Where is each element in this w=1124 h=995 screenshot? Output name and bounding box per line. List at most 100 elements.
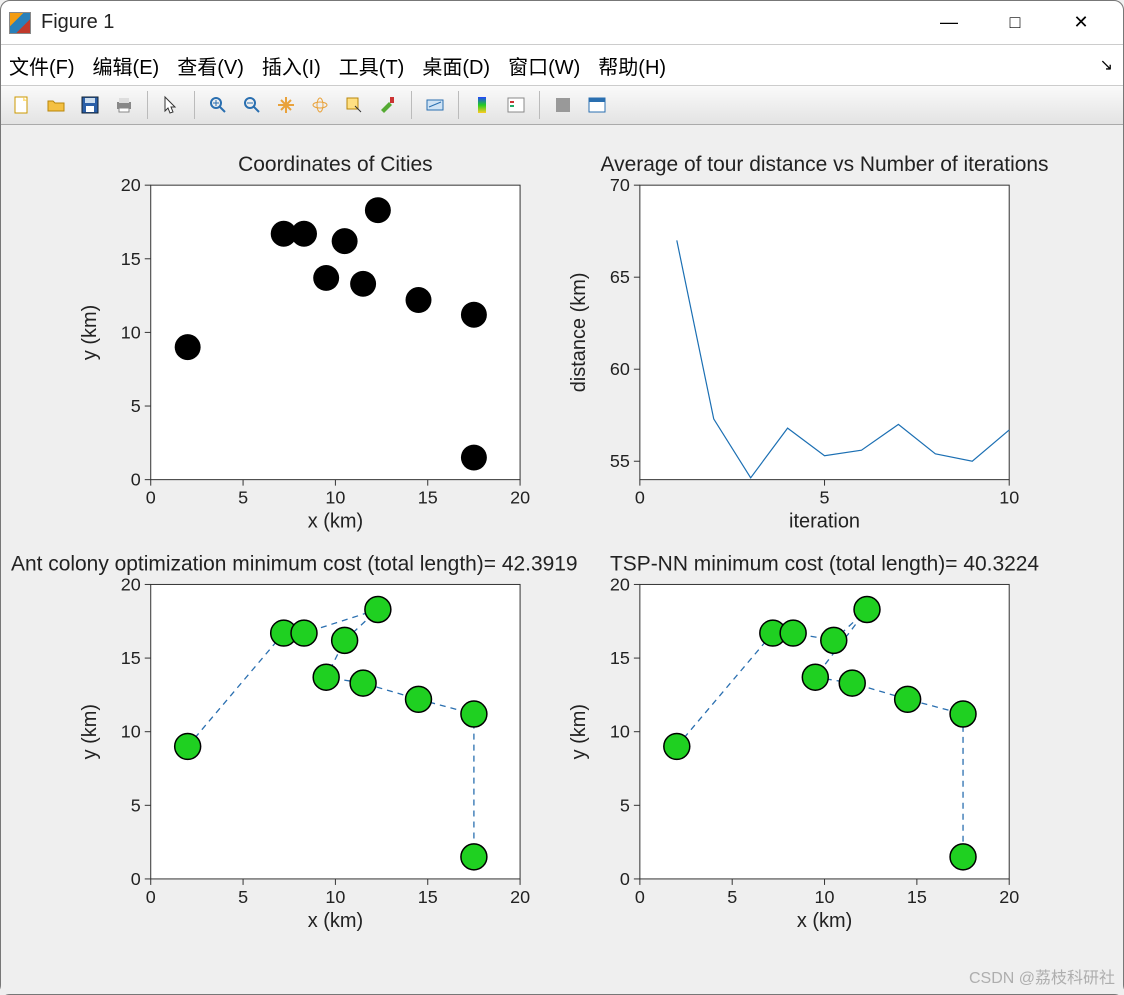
rotate3d-icon[interactable] [305,90,335,120]
show-plot-icon[interactable] [582,90,612,120]
toolbar-separator [194,91,195,119]
print-icon[interactable] [109,90,139,120]
figure-window: Figure 1 — □ ✕ 文件(F) 编辑(E) 查看(V) 插入(I) 工… [0,0,1124,995]
new-file-icon[interactable] [7,90,37,120]
tour-node [365,597,391,623]
svg-text:5: 5 [131,396,141,416]
city-point [332,228,358,254]
menu-bar: 文件(F) 编辑(E) 查看(V) 插入(I) 工具(T) 桌面(D) 窗口(W… [1,45,1123,85]
colorbar-icon[interactable] [467,90,497,120]
svg-text:5: 5 [820,488,830,508]
svg-text:20: 20 [999,887,1019,907]
menu-edit[interactable]: 编辑(E) [93,51,160,80]
svg-text:5: 5 [727,887,737,907]
zoom-out-icon[interactable] [237,90,267,120]
svg-text:10: 10 [815,887,835,907]
svg-text:20: 20 [510,887,530,907]
city-point [406,287,432,313]
ylabel: distance (km) [568,273,590,393]
toolbar-separator [539,91,540,119]
toolbar [1,85,1123,125]
title-bar: Figure 1 — □ ✕ [1,1,1123,45]
tour-node [291,620,317,646]
pan-icon[interactable] [271,90,301,120]
svg-text:0: 0 [635,488,645,508]
hide-plot-icon[interactable] [548,90,578,120]
menu-tools[interactable]: 工具(T) [339,51,405,80]
maximize-button[interactable]: □ [995,8,1035,38]
svg-text:20: 20 [610,574,630,594]
save-icon[interactable] [75,90,105,120]
link-plots-icon[interactable] [420,90,450,120]
toolbar-separator [411,91,412,119]
close-icon: ✕ [1073,12,1088,33]
tour-node [895,686,921,712]
close-button[interactable]: ✕ [1061,8,1101,38]
figure-canvas[interactable]: 0 5 10 15 20 0 5 10 15 20 x (km) y (km) Coordinates … [1,125,1123,994]
pointer-icon[interactable] [156,90,186,120]
open-icon[interactable] [41,90,71,120]
menu-view[interactable]: 查看(V) [177,51,244,80]
svg-text:70: 70 [610,175,630,195]
menu-file[interactable]: 文件(F) [9,51,75,80]
city-point [175,334,201,360]
city-point [461,302,487,328]
plot-svg: 0 5 10 15 20 0 5 10 15 20 x (km) y (km) Coordinates … [1,125,1123,994]
xlabel: iteration [789,511,860,533]
maximize-icon: □ [1010,12,1021,33]
tour-node [461,844,487,870]
chart-title: Average of tour distance vs Number of it… [601,153,1049,176]
svg-text:15: 15 [610,648,630,668]
svg-text:10: 10 [325,887,345,907]
svg-text:0: 0 [146,887,156,907]
svg-text:5: 5 [620,795,630,815]
svg-text:15: 15 [907,887,927,907]
menu-insert[interactable]: 插入(I) [262,51,321,80]
matlab-icon [9,12,31,34]
tour-node [854,597,880,623]
city-point [313,265,339,291]
minimize-button[interactable]: — [929,8,969,38]
city-point [461,445,487,471]
svg-text:10: 10 [121,322,141,342]
xlabel: x (km) [308,511,363,533]
toolbar-separator [147,91,148,119]
legend-icon[interactable] [501,90,531,120]
svg-text:0: 0 [131,869,141,889]
subplot-2: 0510152005101520x (km)y (km)Ant colony o… [11,552,578,931]
chart-title: Coordinates of Cities [238,153,433,176]
subplot-0: 0510152005101520x (km)y (km)Coordinates … [79,153,530,532]
tour-node [821,627,847,653]
toolbar-separator [458,91,459,119]
menu-desktop[interactable]: 桌面(D) [422,51,490,80]
city-point [350,271,376,297]
svg-text:10: 10 [325,488,345,508]
svg-text:10: 10 [999,488,1019,508]
svg-text:0: 0 [620,869,630,889]
svg-text:20: 20 [121,574,141,594]
brush-icon[interactable] [373,90,403,120]
svg-text:20: 20 [121,175,141,195]
svg-text:60: 60 [610,359,630,379]
menu-window[interactable]: 窗口(W) [508,51,580,80]
data-cursor-icon[interactable] [339,90,369,120]
window-buttons: — □ ✕ [929,8,1115,38]
minimize-icon: — [940,12,958,33]
tour-node [175,733,201,759]
tour-node [461,701,487,727]
dock-arrow-icon[interactable]: ↘ [1100,55,1113,75]
tour-node [350,670,376,696]
menu-help[interactable]: 帮助(H) [598,51,666,80]
tour-node [332,627,358,653]
ylabel: y (km) [568,704,590,759]
svg-text:65: 65 [610,267,630,287]
svg-text:5: 5 [238,887,248,907]
svg-text:15: 15 [418,488,438,508]
zoom-in-icon[interactable] [203,90,233,120]
svg-text:10: 10 [610,722,630,742]
svg-text:5: 5 [238,488,248,508]
window-title: Figure 1 [41,11,114,34]
svg-text:15: 15 [418,887,438,907]
svg-text:15: 15 [121,648,141,668]
subplot-1: 051055606570iterationdistance (km)Averag… [568,153,1049,532]
